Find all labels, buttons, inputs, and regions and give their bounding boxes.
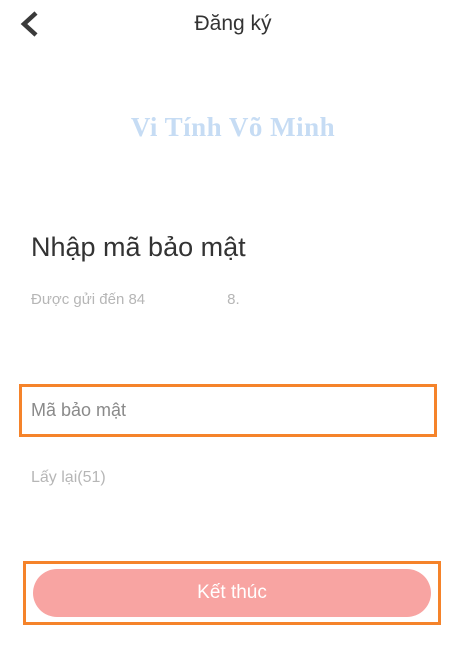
security-code-input[interactable] <box>31 387 426 434</box>
resend-code-link[interactable]: Lấy lại(51) <box>31 469 106 487</box>
security-code-heading: Nhập mã bảo mật <box>31 232 246 262</box>
sent-to-suffix: 8. <box>227 291 240 308</box>
security-code-field <box>19 384 437 437</box>
page-title: Đăng ký <box>194 12 272 35</box>
watermark-logo: Vi Tính Võ Minh <box>130 112 336 142</box>
header: Đăng ký <box>0 0 466 52</box>
sent-to-text: Được gửi đến 84 8. <box>31 291 240 308</box>
sent-to-prefix: Được gửi đến 84 <box>31 291 146 308</box>
finish-button-frame: Kết thúc <box>23 561 441 625</box>
finish-button[interactable]: Kết thúc <box>33 569 431 617</box>
